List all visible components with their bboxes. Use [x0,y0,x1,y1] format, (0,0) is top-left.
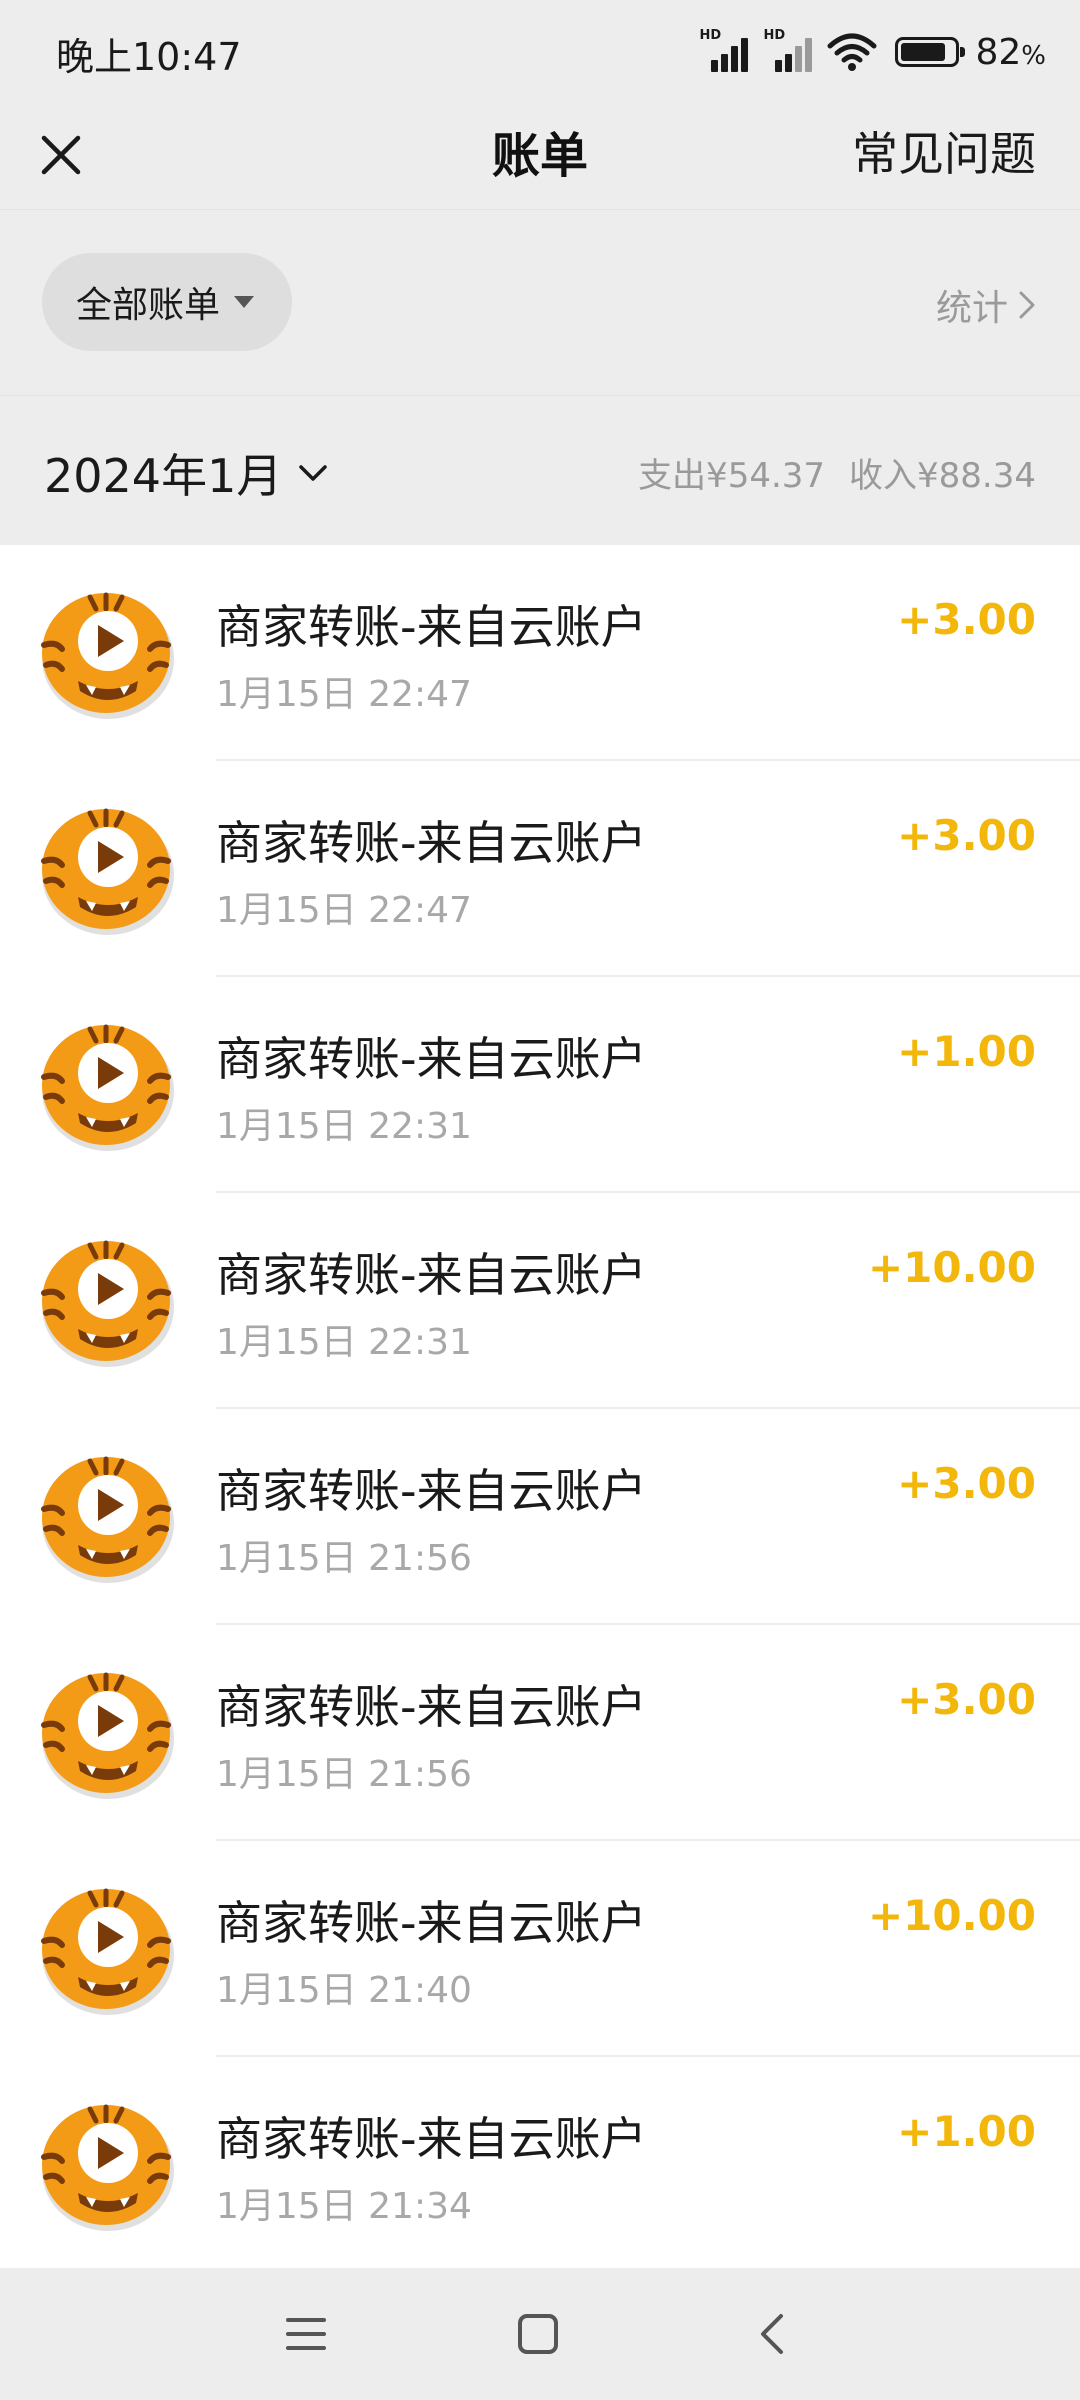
tiger-play-avatar-icon [40,1665,176,1801]
system-navigation-bar [0,2268,1080,2400]
menu-button[interactable] [276,2304,336,2364]
signal-hd-tag: HD [699,28,722,43]
transaction-list: 商家转账-来自云账户 1月15日 22:47 +3.00 商家转账-来自云账户 1月15… [0,545,1080,2273]
transaction-time: 1月15日 21:56 [216,1538,472,1579]
chevron-down-icon [299,465,328,481]
transaction-row[interactable]: 商家转账-来自云账户 1月15日 21:56 +3.00 [0,1409,1080,1625]
tiger-play-avatar-icon [40,1881,176,2017]
home-icon [518,2314,558,2354]
tiger-play-avatar-icon [40,1233,176,1369]
month-label: 2024年1月 [44,449,283,503]
month-summary: 支出¥54.37 收入¥88.34 [638,448,1036,497]
transaction-row[interactable]: 商家转账-来自云账户 1月15日 21:56 +3.00 [0,1625,1080,1841]
transaction-time: 1月15日 21:40 [216,1970,472,2011]
transaction-amount: +1.00 [897,1027,1036,1076]
bill-filter-label: 全部账单 [76,285,221,326]
transaction-amount: +10.00 [867,1243,1036,1292]
transaction-time: 1月15日 21:56 [216,1754,472,1795]
transaction-amount: +3.00 [897,1459,1036,1508]
status-bar: 晚上10:47 HD HD 82% [0,0,1080,100]
transaction-title: 商家转账-来自云账户 [216,1896,647,1950]
faq-link[interactable]: 常见问题 [852,118,1036,184]
transaction-time: 1月15日 22:31 [216,1322,472,1363]
transaction-title: 商家转账-来自云账户 [216,1464,647,1518]
wifi-icon [827,33,877,71]
tiger-play-avatar-icon [40,585,176,721]
tiger-play-avatar-icon [40,2097,176,2233]
filter-bar: 全部账单 统计 [0,211,1080,395]
month-header: 2024年1月 支出¥54.37 收入¥88.34 [0,395,1080,545]
signal-hd-tag-2: HD [763,28,786,43]
transaction-amount: +3.00 [897,811,1036,860]
transaction-time: 1月15日 22:31 [216,1106,472,1147]
transaction-row[interactable]: 商家转账-来自云账户 1月15日 21:40 +10.00 [0,1841,1080,2057]
transaction-time: 1月15日 21:34 [216,2186,472,2227]
battery-icon [895,37,966,67]
transaction-row[interactable]: 商家转账-来自云账户 1月15日 22:47 +3.00 [0,545,1080,761]
transaction-title: 商家转账-来自云账户 [216,600,647,654]
tiger-play-avatar-icon [40,1017,176,1153]
tiger-play-avatar-icon [40,1449,176,1585]
transaction-amount: +3.00 [897,1675,1036,1724]
transaction-time: 1月15日 22:47 [216,890,472,931]
back-icon [761,2314,783,2354]
signal-icon: HD [699,28,753,72]
stats-label: 统计 [935,288,1008,329]
home-button[interactable] [508,2304,568,2364]
transaction-amount: +10.00 [867,1891,1036,1940]
transaction-row[interactable]: 商家转账-来自云账户 1月15日 22:47 +3.00 [0,761,1080,977]
month-income: 收入¥88.34 [849,456,1036,496]
transaction-time: 1月15日 22:47 [216,674,472,715]
transaction-amount: +3.00 [897,595,1036,644]
navigation-bar: 账单 常见问题 [0,100,1080,210]
transaction-title: 商家转账-来自云账户 [216,1248,647,1302]
signal-icon-2: HD [763,28,817,72]
transaction-title: 商家转账-来自云账户 [216,1680,647,1734]
transaction-amount: +1.00 [897,2107,1036,2156]
transaction-title: 商家转账-来自云账户 [216,1032,647,1086]
menu-icon [286,2318,326,2350]
chevron-right-icon [1019,291,1035,319]
transaction-row[interactable]: 商家转账-来自云账户 1月15日 22:31 +1.00 [0,977,1080,1193]
transaction-row[interactable]: 商家转账-来自云账户 1月15日 22:31 +10.00 [0,1193,1080,1409]
stats-link[interactable]: 统计 [936,279,1036,331]
battery-percent: 82% [975,31,1046,73]
caret-down-icon [234,296,255,308]
transaction-title: 商家转账-来自云账户 [216,816,647,870]
status-icons: HD HD 82% [699,28,1046,74]
month-selector[interactable]: 2024年1月 [44,440,328,506]
bill-filter-dropdown[interactable]: 全部账单 [42,253,292,351]
transaction-title: 商家转账-来自云账户 [216,2112,647,2166]
status-time: 晚上10:47 [56,35,242,79]
back-button[interactable] [742,2304,802,2364]
month-expense: 支出¥54.37 [638,456,826,496]
tiger-play-avatar-icon [40,801,176,937]
transaction-row[interactable]: 商家转账-来自云账户 1月15日 21:34 +1.00 [0,2057,1080,2273]
